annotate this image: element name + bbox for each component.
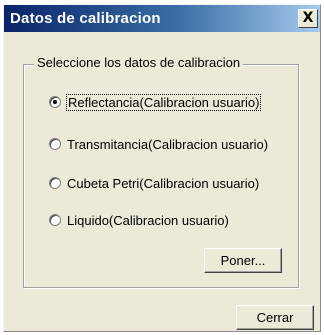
dialog-window: Datos de calibracion X Seleccione los da… [3,4,321,332]
close-icon: X [302,10,314,26]
radio-label: Transmitancia(Calibracion usuario) [67,136,269,152]
window-title: Datos de calibracion [10,10,161,27]
radio-button-icon[interactable] [49,96,61,108]
close-button[interactable]: X [298,9,318,28]
radio-option-transmitancia[interactable]: Transmitancia(Calibracion usuario) [49,134,268,154]
radio-label: Cubeta Petri(Calibracion usuario) [67,175,260,191]
radio-option-cubeta-petri[interactable]: Cubeta Petri(Calibracion usuario) [49,173,259,193]
title-bar[interactable]: Datos de calibracion X [4,5,320,32]
radio-option-reflectancia[interactable]: Reflectancia(Calibracion usuario) [49,92,262,112]
poner-button[interactable]: Poner... [204,248,282,273]
radio-button-icon[interactable] [49,177,61,189]
groupbox-label: Seleccione los datos de calibracion [34,55,244,70]
cerrar-button[interactable]: Cerrar [236,305,314,330]
radio-option-liquido[interactable]: Liquido(Calibracion usuario) [49,210,229,230]
radio-button-icon[interactable] [49,138,61,150]
radio-label: Liquido(Calibracion usuario) [67,212,229,228]
radio-button-icon[interactable] [49,214,61,226]
radio-label: Reflectancia(Calibracion usuario) [65,93,262,111]
